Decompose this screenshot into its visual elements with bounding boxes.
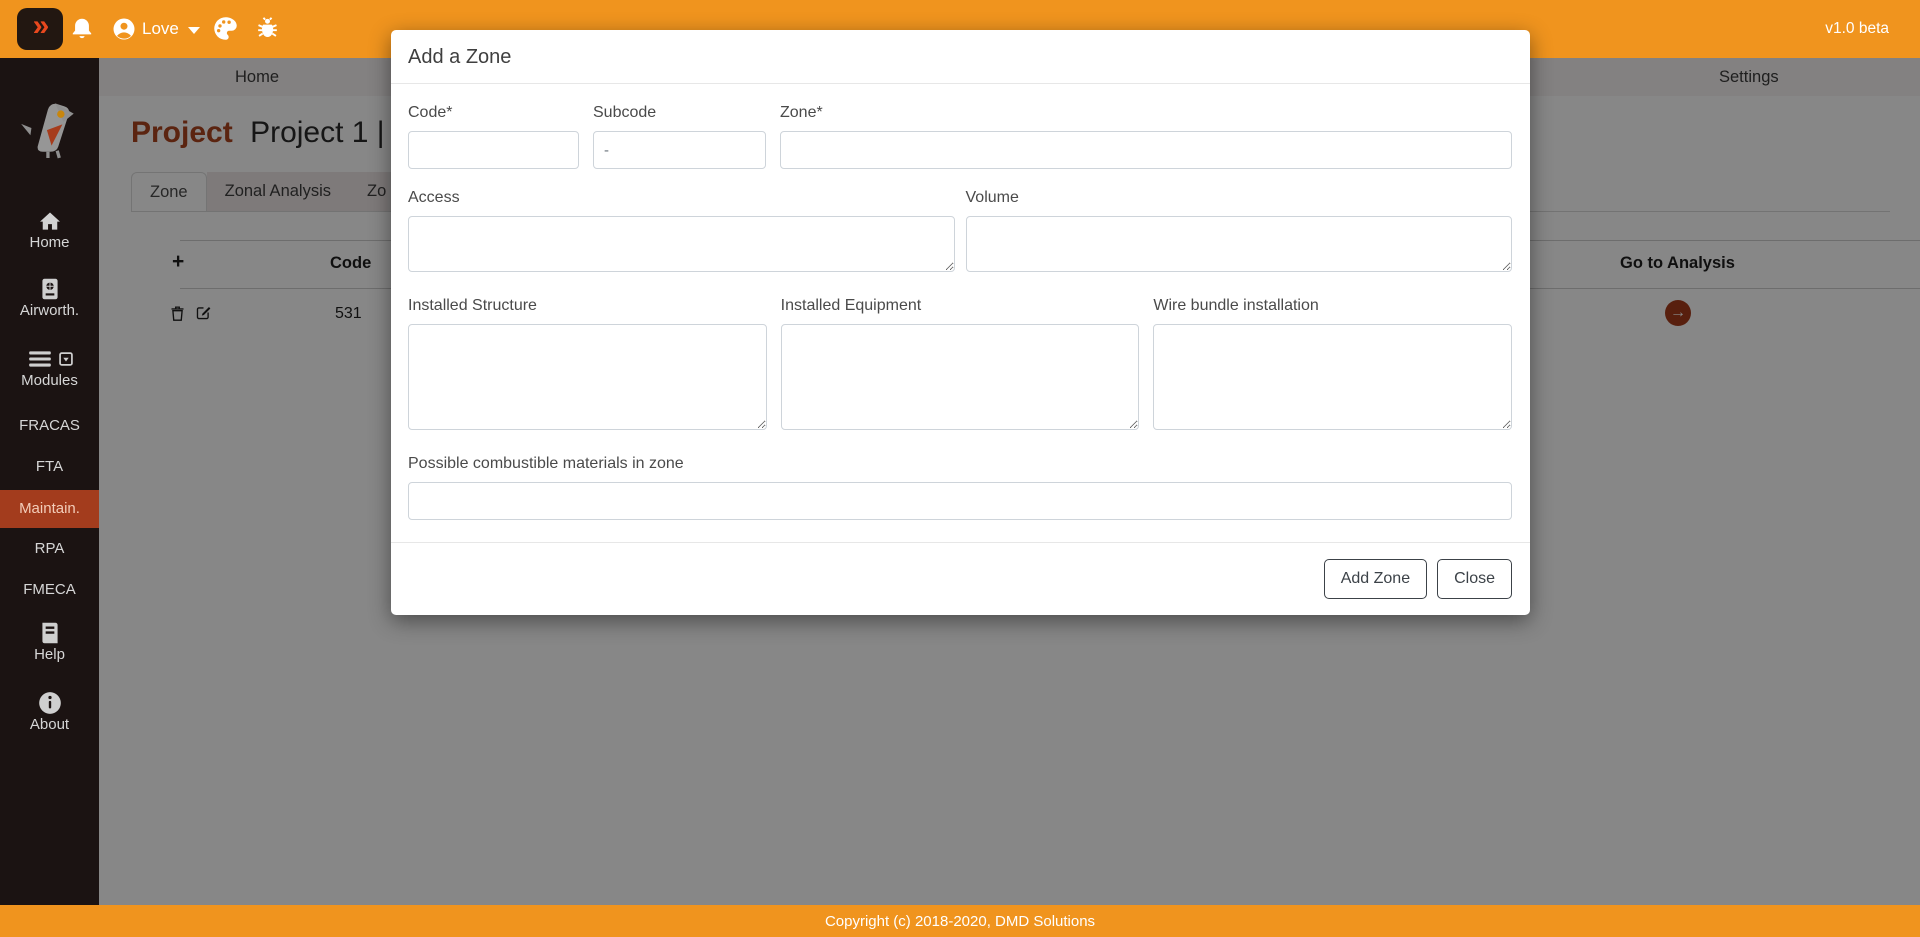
wire-bundle-textarea[interactable]: [1153, 324, 1512, 430]
sidebar-item-fracas[interactable]: FRACAS: [0, 417, 99, 434]
volume-textarea[interactable]: [966, 216, 1513, 272]
add-zone-button[interactable]: Add Zone: [1324, 559, 1427, 599]
sidebar-item-maintain-active[interactable]: Maintain.: [0, 490, 99, 528]
subcode-input[interactable]: [593, 131, 766, 169]
bug-report-icon[interactable]: [254, 15, 281, 42]
notifications-bell-icon[interactable]: [69, 16, 95, 42]
sidebar-item-airworthiness[interactable]: Airworth.: [0, 276, 99, 319]
sidebar-label: RPA: [0, 540, 99, 557]
sidebar-label: About: [0, 716, 99, 733]
sidebar-label: Maintain.: [19, 500, 80, 517]
home-icon: [37, 208, 63, 234]
modal-footer: Add Zone Close: [391, 542, 1530, 615]
sidebar-label: Home: [0, 234, 99, 251]
zone-label: Zone*: [780, 104, 1512, 122]
add-zone-modal: Add a Zone Code* Subcode Zone*: [391, 30, 1530, 615]
installed-equipment-label: Installed Equipment: [781, 297, 1140, 315]
version-badge: v1.0 beta: [1825, 20, 1889, 38]
copyright-text: Copyright (c) 2018-2020, DMD Solutions: [825, 913, 1095, 930]
access-label: Access: [408, 189, 955, 207]
close-button[interactable]: Close: [1437, 559, 1512, 599]
access-textarea[interactable]: [408, 216, 955, 272]
app-logo-bird: [17, 94, 83, 160]
person-circle-icon[interactable]: [112, 17, 136, 41]
modal-header: Add a Zone: [391, 30, 1530, 84]
application-window: » Love v1.0 beta: [0, 0, 1920, 937]
code-label: Code*: [408, 104, 579, 122]
sidebar-toggle-button[interactable]: »: [17, 8, 63, 50]
sidebar-label: FMECA: [0, 581, 99, 598]
caret-square-down-icon: [59, 352, 73, 366]
wire-bundle-label: Wire bundle installation: [1153, 297, 1512, 315]
installed-structure-label: Installed Structure: [408, 297, 767, 315]
combustible-materials-input[interactable]: [408, 482, 1512, 520]
sidebar-item-modules[interactable]: Modules: [0, 346, 99, 389]
volume-label: Volume: [966, 189, 1513, 207]
sidebar-item-home[interactable]: Home: [0, 208, 99, 251]
passport-icon: [37, 276, 63, 302]
sidebar-label: FTA: [0, 458, 99, 475]
code-input[interactable]: [408, 131, 579, 169]
chevron-down-icon[interactable]: [188, 27, 200, 34]
sidebar-label: Modules: [0, 372, 99, 389]
sidebar-label: Airworth.: [0, 302, 99, 319]
book-icon: [37, 620, 63, 646]
sidebar: Home Airworth.: [0, 58, 99, 905]
installed-equipment-textarea[interactable]: [781, 324, 1140, 430]
sidebar-label: Help: [0, 646, 99, 663]
menu-bars-icon: [27, 346, 53, 372]
theme-palette-icon[interactable]: [212, 15, 239, 42]
info-circle-icon: [37, 690, 63, 716]
combustible-materials-label: Possible combustible materials in zone: [408, 455, 1512, 473]
sidebar-item-help[interactable]: Help: [0, 620, 99, 663]
sidebar-label: FRACAS: [0, 417, 99, 434]
user-menu[interactable]: Love: [142, 19, 179, 39]
zone-input[interactable]: [780, 131, 1512, 169]
modal-title: Add a Zone: [408, 46, 1513, 69]
subcode-label: Subcode: [593, 104, 766, 122]
double-chevron-icon: »: [33, 9, 48, 43]
installed-structure-textarea[interactable]: [408, 324, 767, 430]
sidebar-item-rpa[interactable]: RPA: [0, 540, 99, 557]
footer-bar: Copyright (c) 2018-2020, DMD Solutions: [0, 905, 1920, 937]
sidebar-item-fta[interactable]: FTA: [0, 458, 99, 475]
sidebar-item-about[interactable]: About: [0, 690, 99, 733]
sidebar-item-fmeca[interactable]: FMECA: [0, 581, 99, 598]
modal-body: Code* Subcode Zone* Access Vo: [391, 84, 1530, 542]
